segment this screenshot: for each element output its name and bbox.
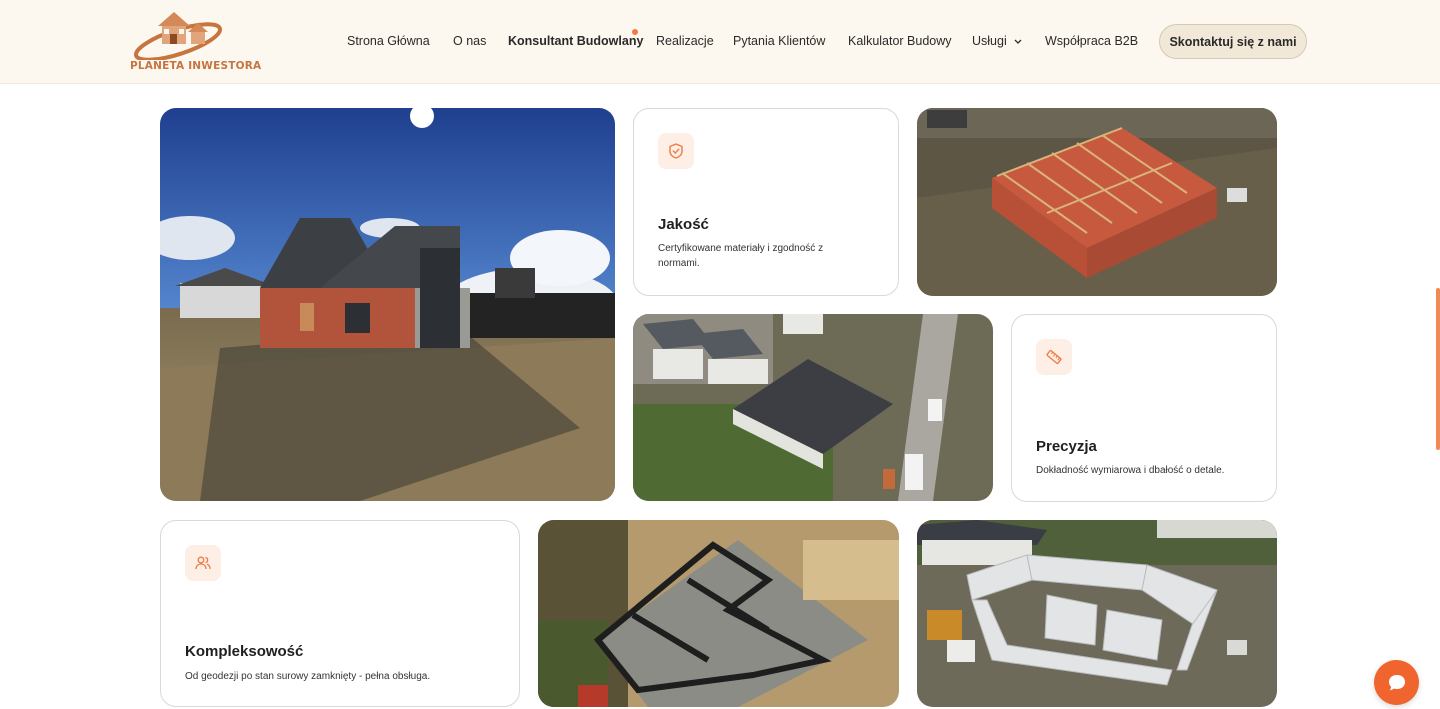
chat-button[interactable] — [1374, 660, 1419, 705]
card-title: Jakość — [658, 216, 709, 233]
card-description: Dokładność wymiarowa i dbałość o detale. — [1036, 465, 1225, 476]
photo-roof-truss — [917, 108, 1277, 296]
photo-foundation — [538, 520, 899, 707]
logo-text: PLANETA INWESTORA — [130, 60, 262, 72]
quality-icon-box — [658, 133, 694, 169]
walls-image — [917, 520, 1277, 707]
shield-check-icon — [669, 143, 683, 159]
chevron-down-icon — [1014, 39, 1022, 44]
completeness-icon-box — [185, 545, 221, 581]
users-icon — [195, 556, 211, 570]
nav-item-consultant[interactable]: Konsultant Budowlany — [508, 34, 643, 48]
card-title: Kompleksowość — [185, 643, 304, 660]
precision-icon-box — [1036, 339, 1072, 375]
feature-card-quality: Jakość Certyfikowane materiały i zgodnoś… — [633, 108, 899, 296]
card-title: Precyzja — [1036, 438, 1097, 455]
nav-badge-dot — [632, 29, 638, 35]
roof-truss-image — [917, 108, 1277, 296]
nav-item-faq[interactable]: Pytania Klientów — [733, 34, 825, 48]
photo-house — [160, 108, 615, 501]
chat-bubble-icon — [1388, 674, 1405, 690]
photo-house-aerial — [633, 314, 993, 501]
feature-card-precision: Precyzja Dokładność wymiarowa i dbałość … — [1011, 314, 1277, 502]
nav-item-projects[interactable]: Realizacje — [656, 34, 714, 48]
logo[interactable]: PLANETA INWESTORA — [128, 10, 261, 74]
logo-house-icon — [133, 12, 223, 62]
nav-item-b2b[interactable]: Współpraca B2B — [1045, 34, 1138, 48]
ruler-icon — [1046, 349, 1062, 365]
card-description: Od geodezji po stan surowy zamknięty - p… — [185, 671, 431, 682]
nav-item-about[interactable]: O nas — [453, 34, 486, 48]
contact-button[interactable]: Skontaktuj się z nami — [1159, 24, 1307, 59]
photo-walls — [917, 520, 1277, 707]
nav-item-services-label: Usługi — [972, 34, 1007, 48]
nav-item-services[interactable]: Usługi — [972, 34, 1023, 48]
nav-item-home[interactable]: Strona Główna — [347, 34, 430, 48]
foundation-image — [538, 520, 899, 707]
nav-item-calculator[interactable]: Kalkulator Budowy — [848, 34, 952, 48]
site-header: PLANETA INWESTORA Strona Główna O nas Ko… — [0, 0, 1440, 84]
card-description: Certyfikowane materiały i zgodność z nor… — [658, 243, 824, 269]
house-photo-image — [160, 108, 615, 501]
house-aerial-image — [633, 314, 993, 501]
feature-card-completeness: Kompleksowość Od geodezji po stan surowy… — [160, 520, 520, 707]
scrollbar-thumb[interactable] — [1436, 288, 1440, 450]
